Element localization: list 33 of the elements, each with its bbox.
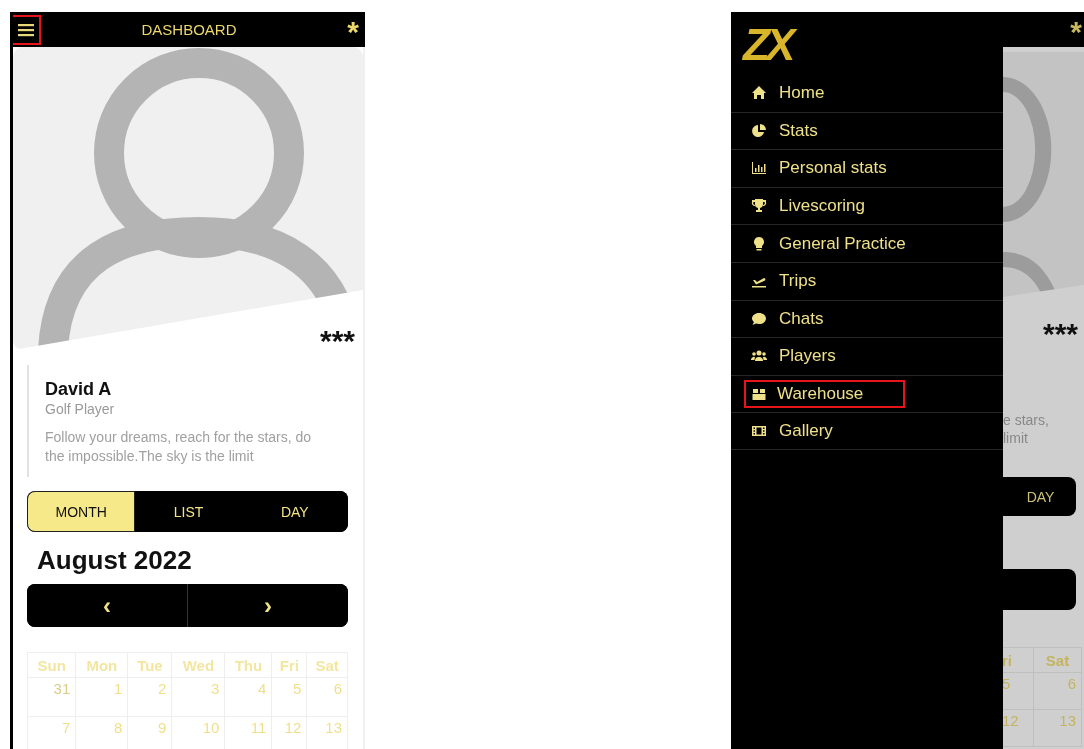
player-name: David A [45,379,113,400]
trophy-icon [751,198,767,215]
rating-text: *** [1041,319,1079,349]
player-quote: Follow your dreams, reach for the stars, do the impossible.The sky is the limit [45,428,313,466]
view-tab[interactable]: MONTH [27,491,136,532]
box-icon [751,386,767,403]
bar-chart-icon [751,160,767,177]
player-role: Golf Player [45,401,116,417]
next-button[interactable]: › [187,584,348,627]
view-tab[interactable]: DAY [1003,477,1076,516]
month-title: August 2022 [37,545,193,576]
screen-title: DASHBOARD [141,21,237,38]
weekday-header: Thu [224,652,272,678]
weekday-header: Wed [171,652,225,678]
pie-chart-icon [751,122,767,139]
chat-bubble-icon [751,310,767,327]
asterisk-button[interactable]: * [1070,16,1082,43]
weekday-header: Sat [1033,647,1082,673]
weekday-header: ri [1003,647,1034,673]
weekday-header: Mon [75,652,128,678]
menu-button[interactable] [13,14,41,45]
weekday-header: Fri [271,652,307,678]
menu-icon [18,22,34,37]
rating-text: *** [319,324,355,358]
home-icon [751,84,767,101]
lightbulb-icon [751,235,767,252]
logo: ZX [731,12,1003,74]
menu-item[interactable]: Gallery [731,412,1003,450]
weekday-header: Sat [306,652,348,678]
weekday-header: Tue [127,652,172,678]
weekday-header: Sun [27,652,76,678]
quote-fragment: limit [1003,429,1029,447]
quote-fragment: e stars, [1003,411,1050,429]
